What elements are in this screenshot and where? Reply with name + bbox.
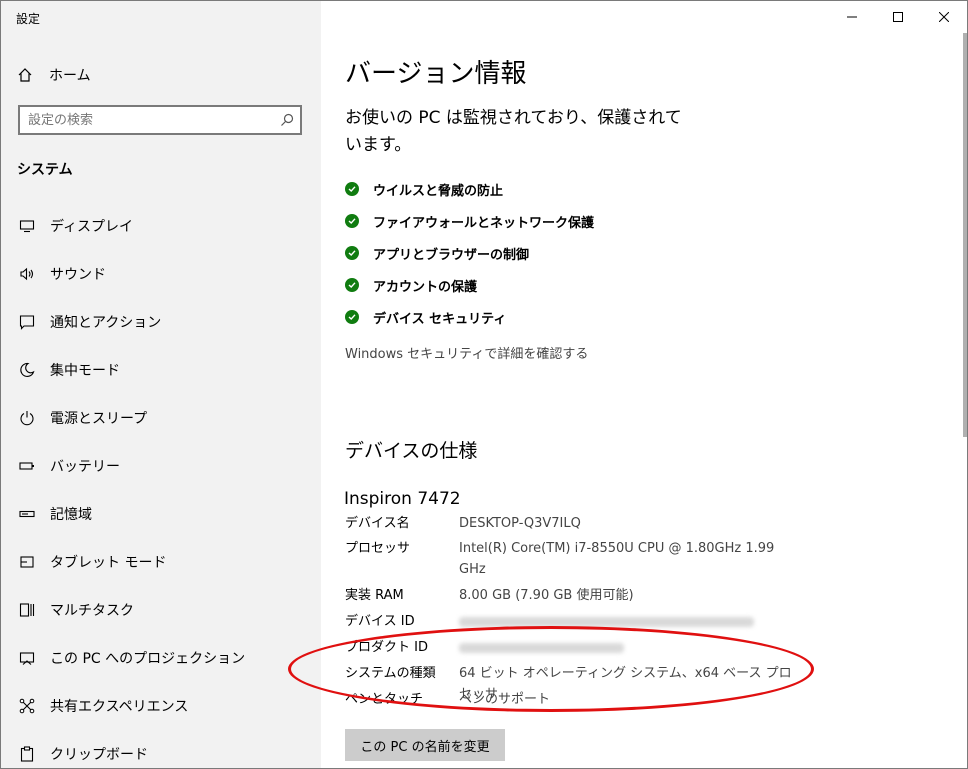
sidebar-item-label: この PC へのプロジェクション [50, 651, 246, 667]
security-item: ファイアウォールとネットワーク保護 [345, 205, 594, 237]
sidebar-item-label: ディスプレイ [50, 219, 134, 235]
sidebar-item-tablet[interactable]: タブレット モード [1, 540, 321, 584]
spec-label: 実装 RAM [345, 588, 404, 603]
security-item: ウイルスと脅威の防止 [345, 173, 594, 205]
minimize-button[interactable] [829, 1, 875, 33]
check-icon [345, 246, 359, 260]
search-box[interactable] [18, 105, 302, 135]
sidebar-item-multitask[interactable]: マルチタスク [1, 588, 321, 632]
sidebar-item-storage[interactable]: 記憶域 [1, 492, 321, 536]
sidebar-item-shared-experiences[interactable]: 共有エクスペリエンス [1, 684, 321, 728]
check-icon [345, 214, 359, 228]
security-item-label: アプリとブラウザーの制御 [373, 247, 530, 263]
app-title: 設定 [16, 12, 41, 26]
sidebar-home[interactable]: ホーム [17, 63, 91, 87]
security-item-label: アカウントの保護 [373, 279, 478, 295]
spec-value: DESKTOP-Q3V7ILQ [459, 516, 581, 531]
sidebar: 設定 ホーム システム ディスプレイ サウンド [1, 1, 321, 768]
spec-label: プロセッサ [345, 541, 411, 556]
sidebar-item-label: バッテリー [50, 459, 120, 475]
sidebar-item-notifications[interactable]: 通知とアクション [1, 300, 321, 344]
home-icon [18, 68, 32, 82]
scrollbar[interactable] [963, 33, 967, 437]
minimize-icon [847, 16, 857, 18]
display-icon [17, 216, 37, 236]
sidebar-item-label: 電源とスリープ [50, 411, 148, 427]
sidebar-item-label: 記憶域 [50, 507, 92, 523]
sidebar-item-sound[interactable]: サウンド [1, 252, 321, 296]
check-icon [345, 278, 359, 292]
check-icon [345, 310, 359, 324]
page-title: バージョン情報 [345, 59, 527, 89]
close-button[interactable] [921, 1, 967, 33]
device-model: Inspiron 7472 [344, 489, 461, 509]
sidebar-item-battery[interactable]: バッテリー [1, 444, 321, 488]
spec-label: デバイス名 [345, 516, 410, 531]
moon-icon [17, 360, 37, 380]
multitask-icon [17, 600, 37, 620]
storage-icon [17, 504, 37, 524]
sidebar-item-projection[interactable]: この PC へのプロジェクション [1, 636, 321, 680]
highlight-ring [288, 626, 814, 712]
device-spec-heading: デバイスの仕様 [345, 440, 478, 462]
rename-pc-button[interactable]: この PC の名前を変更 [345, 729, 505, 761]
share-icon [17, 696, 37, 716]
security-item-label: ウイルスと脅威の防止 [373, 183, 504, 199]
sidebar-item-label: クリップボード [50, 747, 148, 763]
security-details-link[interactable]: Windows セキュリティで詳細を確認する [345, 343, 588, 362]
security-list: ウイルスと脅威の防止 ファイアウォールとネットワーク保護 アプリとブラウザーの制… [345, 173, 594, 333]
security-item: アプリとブラウザーの制御 [345, 237, 594, 269]
maximize-icon [893, 12, 903, 22]
close-icon [939, 12, 949, 22]
spec-value: Intel(R) Core(TM) i7-8550U CPU @ 1.80GHz… [459, 541, 775, 577]
sidebar-item-label: マルチタスク [50, 603, 134, 619]
maximize-button[interactable] [875, 1, 921, 33]
battery-icon [17, 456, 37, 476]
search-input[interactable] [20, 107, 268, 133]
security-item-label: デバイス セキュリティ [373, 311, 507, 327]
clipboard-icon [17, 744, 37, 764]
tablet-icon [17, 552, 37, 572]
sidebar-home-label: ホーム [49, 68, 91, 84]
sidebar-item-label: 通知とアクション [50, 315, 162, 331]
search-icon[interactable] [280, 113, 294, 127]
spec-value: 8.00 GB (7.90 GB 使用可能) [459, 588, 634, 603]
notification-icon [17, 312, 37, 332]
security-item: デバイス セキュリティ [345, 301, 594, 333]
security-item-label: ファイアウォールとネットワーク保護 [373, 215, 595, 231]
protection-status-text: お使いの PC は監視されており、保護されています。 [345, 108, 682, 155]
sidebar-item-clipboard[interactable]: クリップボード [1, 732, 321, 768]
sidebar-item-label: 共有エクスペリエンス [50, 699, 189, 715]
spec-label: デバイス ID [345, 614, 415, 629]
section-heading: システム [17, 162, 73, 178]
sidebar-item-label: サウンド [50, 267, 106, 283]
sidebar-item-label: 集中モード [50, 363, 120, 379]
power-icon [17, 408, 37, 428]
security-item: アカウントの保護 [345, 269, 594, 301]
sidebar-item-power[interactable]: 電源とスリープ [1, 396, 321, 440]
sidebar-item-display[interactable]: ディスプレイ [1, 204, 321, 248]
projection-icon [17, 648, 37, 668]
sound-icon [17, 264, 37, 284]
sidebar-item-focus[interactable]: 集中モード [1, 348, 321, 392]
check-icon [345, 182, 359, 196]
sidebar-item-label: タブレット モード [50, 555, 167, 571]
